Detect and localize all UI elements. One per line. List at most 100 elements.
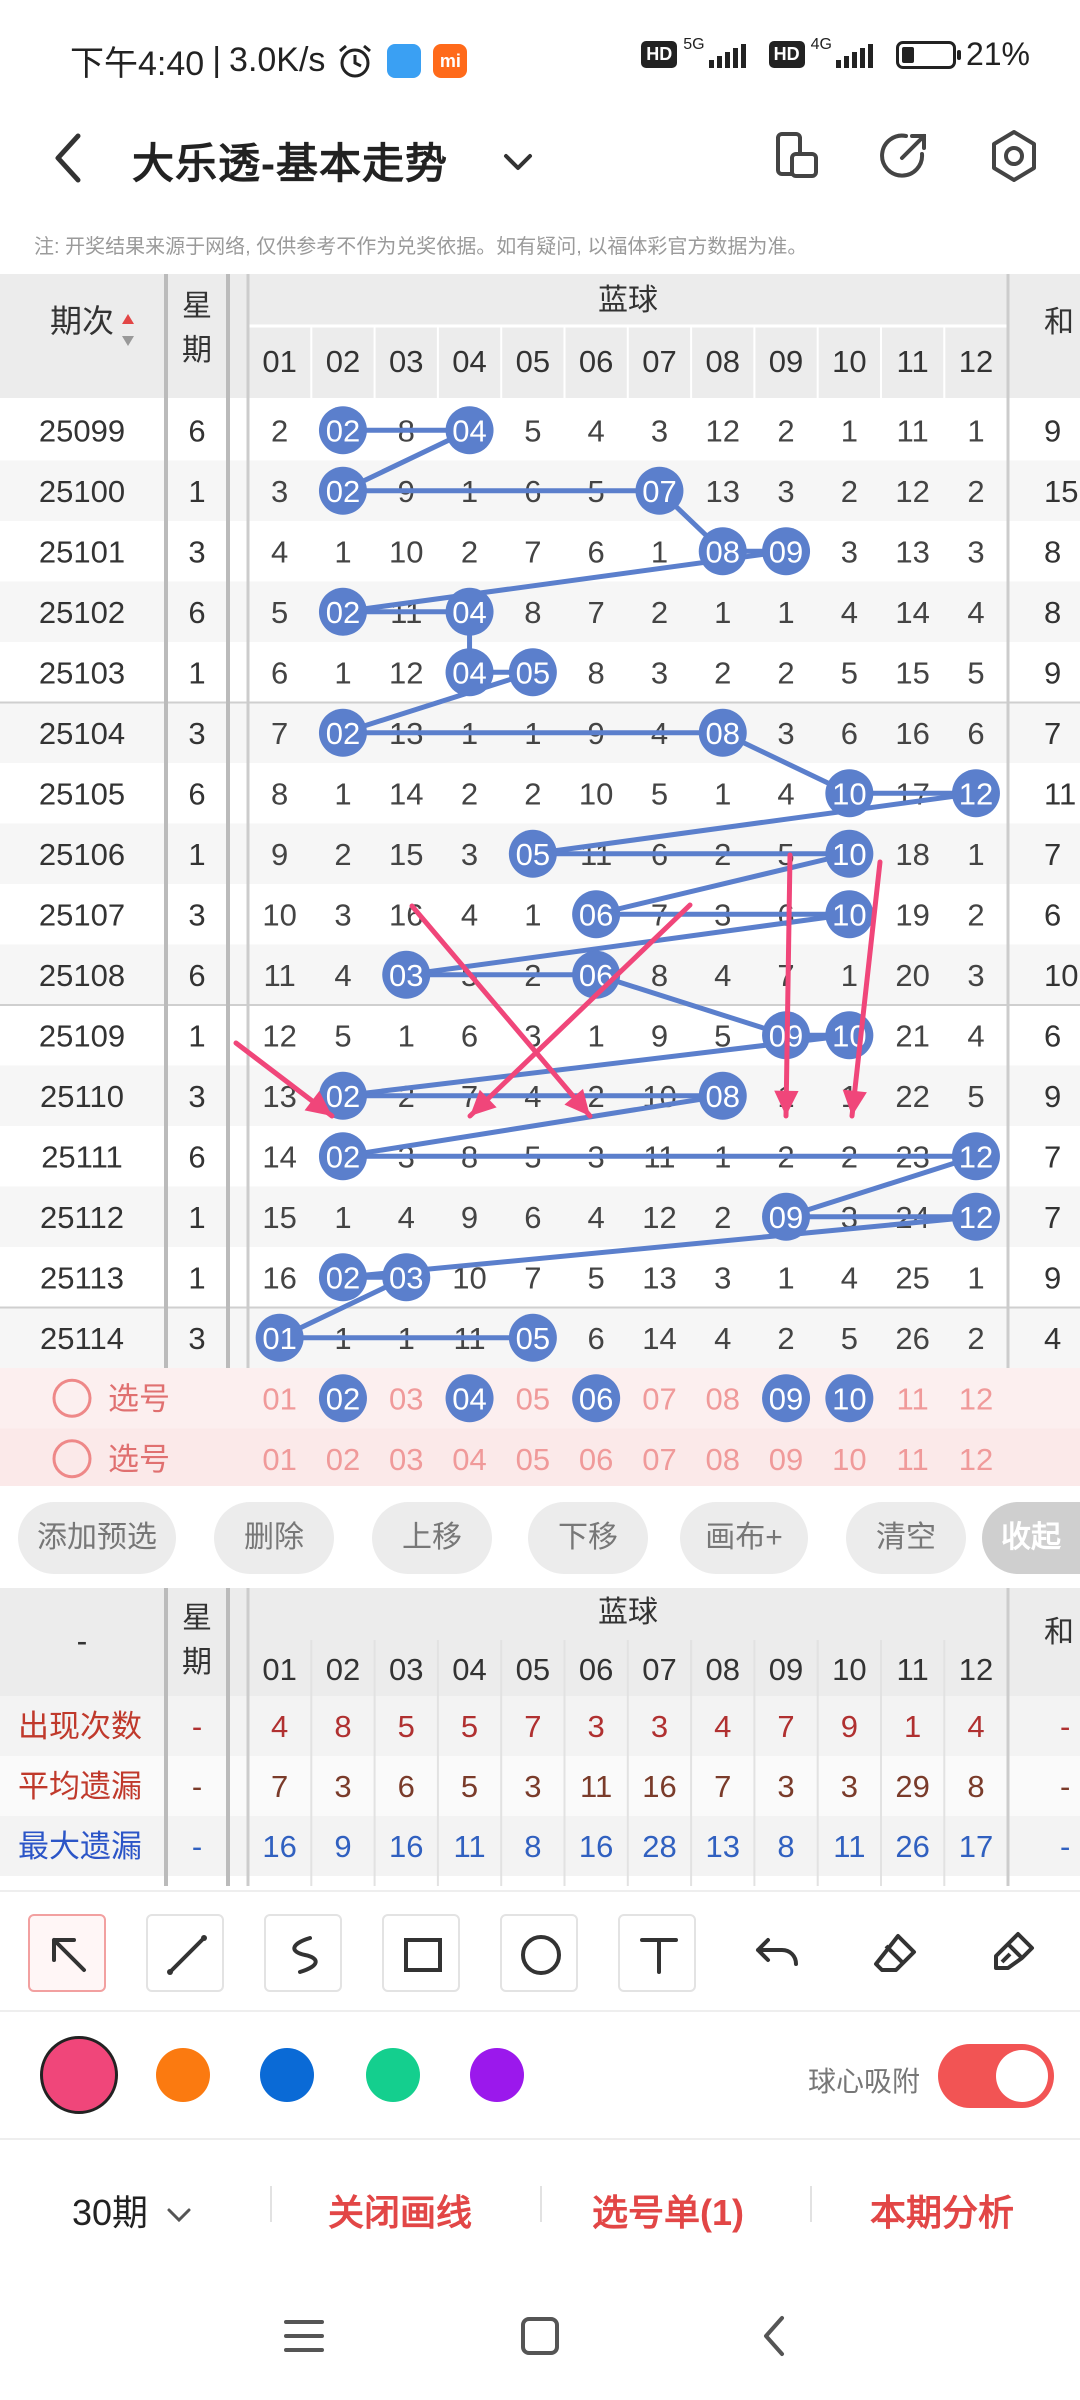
table-row[interactable]: 2509969285431221111: [0, 400, 1080, 461]
color-swatch-blue[interactable]: [260, 2048, 314, 2102]
move-up-button[interactable]: 上移: [372, 1502, 492, 1574]
collapse-button[interactable]: 收起: [982, 1502, 1080, 1574]
drawn-ball[interactable]: 10: [825, 829, 874, 878]
drawn-ball[interactable]: 02: [318, 708, 367, 757]
text-tool[interactable]: [618, 1914, 696, 1992]
canvas-plus-button[interactable]: 画布+: [680, 1502, 808, 1574]
clear-drawing-button[interactable]: [974, 1914, 1052, 1992]
pick-number[interactable]: 07: [642, 1381, 676, 1416]
drawn-ball[interactable]: 12: [951, 769, 1000, 818]
page-title[interactable]: 大乐透-基本走势: [132, 130, 448, 191]
drawn-ball[interactable]: 03: [382, 950, 431, 999]
settings-icon[interactable]: [982, 124, 1046, 188]
select-arrow-tool[interactable]: [28, 1914, 106, 1992]
drawn-ball[interactable]: 05: [508, 648, 557, 697]
pick-number[interactable]: 08: [706, 1442, 740, 1477]
color-swatch-purple[interactable]: [470, 2048, 524, 2102]
col-period-label[interactable]: 期次: [50, 303, 114, 339]
drawn-ball[interactable]: 12: [951, 1132, 1000, 1181]
drawn-ball[interactable]: 03: [382, 1253, 431, 1302]
share-icon[interactable]: [872, 124, 936, 188]
close-lines-button[interactable]: 关闭画线: [328, 2184, 472, 2236]
pick-number[interactable]: 09: [769, 1442, 803, 1477]
pick-number[interactable]: 04: [452, 1381, 486, 1416]
color-swatch-pink[interactable]: [40, 2036, 118, 2114]
drawn-ball[interactable]: 04: [445, 406, 494, 455]
pick-number[interactable]: 12: [959, 1381, 993, 1416]
omission-value: 6: [588, 1321, 605, 1356]
rectangle-tool[interactable]: [382, 1914, 460, 1992]
trend-chart[interactable]: 期次星期蓝球和010203040506070809101112250996928…: [0, 274, 1080, 1486]
home-icon[interactable]: [510, 2306, 570, 2366]
undo-button[interactable]: [738, 1914, 816, 1992]
color-swatch-orange[interactable]: [156, 2048, 210, 2102]
pick-number[interactable]: 01: [262, 1381, 296, 1416]
pick-number[interactable]: 05: [516, 1442, 550, 1477]
drawn-ball[interactable]: 02: [318, 1132, 367, 1181]
omission-value: 2: [651, 595, 668, 630]
pick-number[interactable]: 11: [897, 1381, 929, 1416]
eraser-button[interactable]: [856, 1914, 934, 1992]
pick-number[interactable]: 12: [959, 1442, 993, 1477]
drawn-ball[interactable]: 06: [572, 890, 621, 939]
drawn-ball[interactable]: 08: [698, 708, 747, 757]
snap-toggle[interactable]: [938, 2044, 1054, 2108]
drawn-ball[interactable]: 05: [508, 1313, 557, 1362]
pick-number[interactable]: 06: [579, 1442, 613, 1477]
drawn-ball[interactable]: 10: [825, 1011, 874, 1060]
drawn-ball[interactable]: 02: [318, 466, 367, 515]
drawn-ball[interactable]: 10: [825, 769, 874, 818]
pick-number[interactable]: 08: [706, 1381, 740, 1416]
drawn-ball[interactable]: 04: [445, 587, 494, 636]
analysis-button[interactable]: 本期分析: [870, 2184, 1014, 2236]
drawn-ball[interactable]: 08: [698, 1071, 747, 1120]
pick-number[interactable]: 03: [389, 1381, 423, 1416]
pick-row[interactable]: 选号 01 02 03 04 05 06 07 08 09 10 11 12: [0, 1428, 1080, 1487]
pick-number[interactable]: 10: [832, 1381, 866, 1416]
trend-table[interactable]: 期次星期蓝球和010203040506070809101112250996928…: [0, 274, 1080, 1486]
device-rotate-icon[interactable]: [764, 124, 828, 188]
pick-number[interactable]: 09: [769, 1381, 803, 1416]
drawn-ball[interactable]: 01: [255, 1313, 304, 1362]
back-button[interactable]: [40, 128, 100, 188]
table-row[interactable]: 25107361031641736192: [0, 884, 1080, 945]
circle-tool[interactable]: [500, 1914, 578, 1992]
table-row[interactable]: 25102 6 85 11 8 7 2 1 1 4 14 4: [0, 581, 1080, 643]
pick-number[interactable]: 11: [897, 1442, 929, 1477]
add-preselect-button[interactable]: 添加预选: [18, 1502, 176, 1574]
drawn-ball[interactable]: 12: [951, 1192, 1000, 1241]
pick-number[interactable]: 02: [326, 1442, 360, 1477]
pick-row[interactable]: 选号 01 02 03 04 05 06 07 08 09 10 11 12: [0, 1368, 1080, 1429]
pick-number[interactable]: 10: [832, 1442, 866, 1477]
color-swatch-green[interactable]: [366, 2048, 420, 2102]
period-select[interactable]: 30期: [72, 2184, 194, 2236]
drawn-ball[interactable]: 10: [825, 890, 874, 939]
delete-button[interactable]: 删除: [214, 1502, 334, 1574]
omission-value: 8: [524, 595, 541, 630]
drawn-ball[interactable]: 04: [445, 648, 494, 697]
drawn-ball[interactable]: 07: [635, 466, 684, 515]
drawn-ball[interactable]: 05: [508, 829, 557, 878]
line-tool[interactable]: [146, 1914, 224, 1992]
menu-icon[interactable]: [274, 2306, 334, 2366]
table-row[interactable]: 25101 3 84 1 10 2 7 6 1 3 13 3: [0, 521, 1080, 582]
pick-number[interactable]: 04: [452, 1442, 486, 1477]
pick-number[interactable]: 07: [642, 1442, 676, 1477]
pick-number[interactable]: 01: [262, 1442, 296, 1477]
move-down-button[interactable]: 下移: [528, 1502, 648, 1574]
pick-number[interactable]: 06: [579, 1381, 613, 1416]
pick-list-button[interactable]: 选号单(1): [592, 2184, 744, 2236]
chevron-down-icon[interactable]: [500, 144, 536, 180]
pick-number[interactable]: 02: [326, 1381, 360, 1416]
drawn-ball[interactable]: 02: [318, 1253, 367, 1302]
pick-number[interactable]: 03: [389, 1442, 423, 1477]
pick-number[interactable]: 05: [516, 1381, 550, 1416]
drawn-ball[interactable]: 02: [318, 587, 367, 636]
clear-button[interactable]: 清空: [846, 1502, 966, 1574]
drawn-ball[interactable]: 09: [762, 1192, 811, 1241]
drawn-ball[interactable]: 09: [762, 527, 811, 576]
back-icon[interactable]: [746, 2306, 806, 2366]
drawn-ball[interactable]: 08: [698, 527, 747, 576]
curve-tool[interactable]: [264, 1914, 342, 1992]
drawn-ball[interactable]: 02: [318, 406, 367, 455]
